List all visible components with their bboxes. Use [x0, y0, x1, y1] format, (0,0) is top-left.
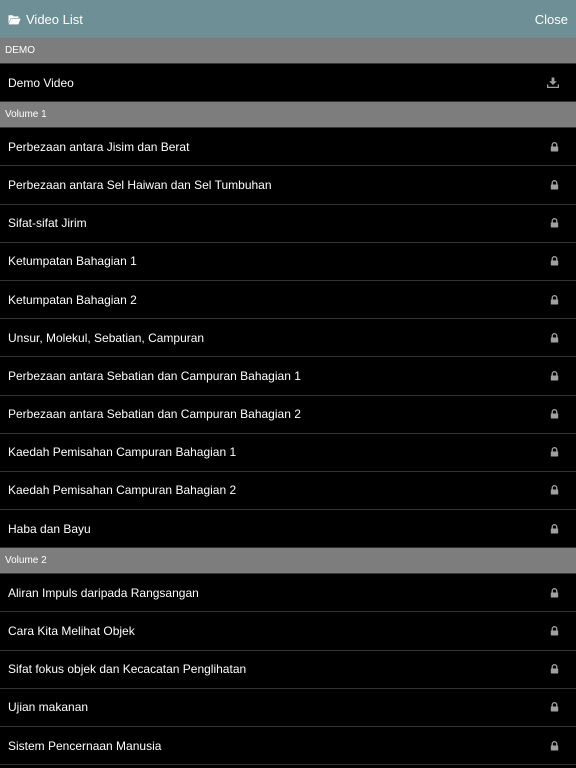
list-item[interactable]: Perbezaan antara Sel Haiwan dan Sel Tumb… — [0, 166, 576, 205]
list-item-label: Kaedah Pemisahan Campuran Bahagian 2 — [8, 483, 237, 498]
lock-icon — [550, 587, 559, 598]
list-item-label: Sifat-sifat Jirim — [8, 216, 87, 231]
lock-icon — [550, 409, 559, 419]
page-title: Video List — [26, 11, 83, 27]
list-item[interactable]: Perbezaan antara Jisim dan Berat — [0, 128, 576, 167]
lock-icon — [550, 626, 559, 636]
list-item[interactable]: Cara Kita Melihat Objek — [0, 612, 576, 651]
list-item[interactable]: Ketumpatan Bahagian 2 — [0, 280, 576, 320]
list-item[interactable]: Unsur, Molekul, Sebatian, Campuran — [0, 319, 576, 358]
list-item[interactable]: Ujian makanan — [0, 688, 576, 727]
lock-icon — [550, 664, 559, 674]
list-item[interactable]: Kaedah Pemisahan Campuran Bahagian 1 — [0, 433, 576, 472]
list-item[interactable]: Perbezaan antara Sebatian dan Campuran B… — [0, 357, 576, 396]
list-item-label: Perbezaan antara Sel Haiwan dan Sel Tumb… — [8, 177, 272, 192]
list-item[interactable]: Sifat fokus objek dan Kecacatan Pengliha… — [0, 650, 576, 689]
lock-icon — [550, 180, 559, 190]
nav-bar: Video List Close — [0, 0, 576, 38]
lock-icon — [550, 294, 559, 305]
lock-icon — [550, 485, 559, 495]
list-item[interactable]: Perbezaan antara Sebatian dan Campuran B… — [0, 395, 576, 434]
lock-icon — [550, 332, 559, 343]
folder-open-icon — [8, 14, 26, 25]
lock-icon — [550, 702, 559, 712]
list-item[interactable]: Ketumpatan Bahagian 1 — [0, 242, 576, 281]
list-item-label: Aliran Impuls daripada Rangsangan — [8, 585, 199, 600]
list-item[interactable]: Haba dan Bayu — [0, 510, 576, 549]
lock-icon — [550, 740, 559, 751]
close-button[interactable]: Close — [535, 12, 568, 27]
list-item-label: Kaedah Pemisahan Campuran Bahagian 1 — [8, 445, 237, 460]
lock-icon — [550, 256, 559, 266]
lock-icon — [550, 218, 559, 228]
list-item-label: Haba dan Bayu — [8, 521, 91, 536]
list-item[interactable]: Aliran Impuls daripada Rangsangan — [0, 574, 576, 613]
download-icon[interactable] — [547, 77, 559, 89]
video-list: DEMO Demo Video Volume 1 Perbezaan antara J… — [0, 38, 576, 766]
list-item-label: Perbezaan antara Jisim dan Berat — [8, 139, 190, 154]
list-item[interactable]: Sistem Pencernaan Manusia — [0, 727, 576, 766]
list-item[interactable]: Kaedah Pemisahan Campuran Bahagian 2 — [0, 471, 576, 511]
list-item-label: Sistem Pencernaan Manusia — [8, 738, 162, 753]
list-item-label: Cara Kita Melihat Objek — [8, 624, 135, 639]
list-item-label: Unsur, Molekul, Sebatian, Campuran — [8, 330, 205, 345]
lock-icon — [550, 370, 559, 381]
section-header-volume-1: Volume 1 — [0, 102, 576, 129]
list-item[interactable]: Sifat-sifat Jirim — [0, 204, 576, 243]
list-item-label: Perbezaan antara Sebatian dan Campuran B… — [8, 407, 301, 422]
list-item-label: Demo Video — [8, 75, 74, 90]
list-item-label: Sifat fokus objek dan Kecacatan Pengliha… — [8, 662, 247, 677]
lock-icon — [550, 141, 559, 152]
list-item[interactable]: Demo Video — [0, 64, 576, 103]
list-item-label: Ketumpatan Bahagian 1 — [8, 254, 137, 269]
section-header-demo: DEMO — [0, 38, 576, 64]
section-header-volume-2: Volume 2 — [0, 548, 576, 575]
list-item-label: Perbezaan antara Sebatian dan Campuran B… — [8, 368, 301, 383]
header-title-group: Video List — [8, 12, 83, 27]
lock-icon — [550, 523, 559, 534]
list-item-label: Ketumpatan Bahagian 2 — [8, 292, 137, 307]
list-item-label: Ujian makanan — [8, 700, 89, 715]
lock-icon — [550, 447, 559, 457]
